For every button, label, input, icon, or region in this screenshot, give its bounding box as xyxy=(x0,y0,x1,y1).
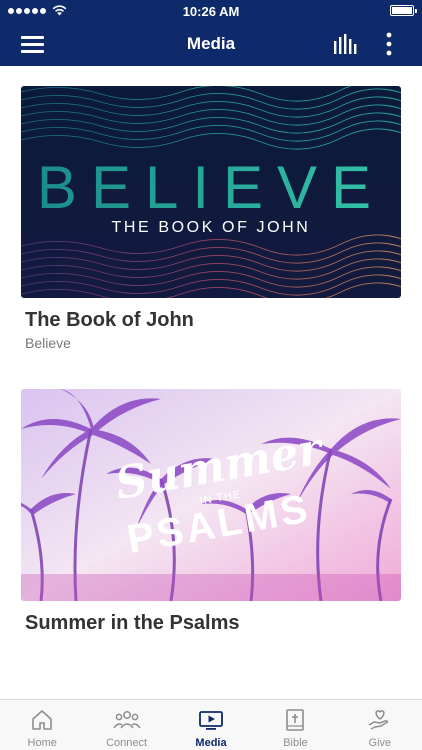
nav-bar: Media xyxy=(0,22,422,66)
tab-connect[interactable]: Connect xyxy=(84,700,168,750)
give-hand-icon xyxy=(368,710,389,730)
card-subtitle: Believe xyxy=(25,335,71,351)
tab-label: Give xyxy=(368,737,392,749)
home-icon xyxy=(32,710,53,730)
status-time: 10:26 AM xyxy=(182,4,240,19)
tab-label: Connect xyxy=(106,737,148,749)
people-icon xyxy=(112,711,141,729)
tab-label: Bible xyxy=(283,737,308,749)
tab-label: Home xyxy=(27,737,57,749)
card-title[interactable]: Summer in the Psalms xyxy=(25,612,401,635)
series-thumbnail-summer-psalms[interactable]: Summer IN THE PSALMS xyxy=(21,389,401,601)
bible-icon xyxy=(286,709,305,731)
more-vertical-icon[interactable] xyxy=(380,32,398,56)
audio-bars-icon[interactable] xyxy=(333,34,357,54)
tab-media[interactable]: Media xyxy=(169,700,253,750)
status-bar: 10:26 AM xyxy=(0,0,422,22)
media-series-card-book-of-john[interactable]: BELIEVE THE BOOK OF JOHN The Book of Joh… xyxy=(21,86,401,351)
media-series-card-summer-psalms[interactable]: Summer IN THE PSALMS Summer in the Psalm… xyxy=(21,389,401,635)
palm-trees-artwork: Summer IN THE PSALMS xyxy=(21,389,401,601)
page-title: Media xyxy=(186,34,236,53)
battery-icon xyxy=(390,5,417,16)
tab-home[interactable]: Home xyxy=(0,700,84,750)
media-play-icon xyxy=(199,711,223,730)
tab-bible[interactable]: Bible xyxy=(253,700,337,750)
bottom-tab-bar: Home Connect Media Bible Give xyxy=(0,699,422,750)
believe-artwork: BELIEVE THE BOOK OF JOHN xyxy=(21,86,401,298)
artwork-title-text: BELIEVE xyxy=(37,154,385,221)
series-thumbnail-believe[interactable]: BELIEVE THE BOOK OF JOHN xyxy=(21,86,401,298)
card-title[interactable]: The Book of John xyxy=(25,309,401,332)
tab-label: Media xyxy=(195,737,227,749)
tab-give[interactable]: Give xyxy=(338,700,422,750)
artwork-subtitle-text: THE BOOK OF JOHN xyxy=(112,219,311,236)
